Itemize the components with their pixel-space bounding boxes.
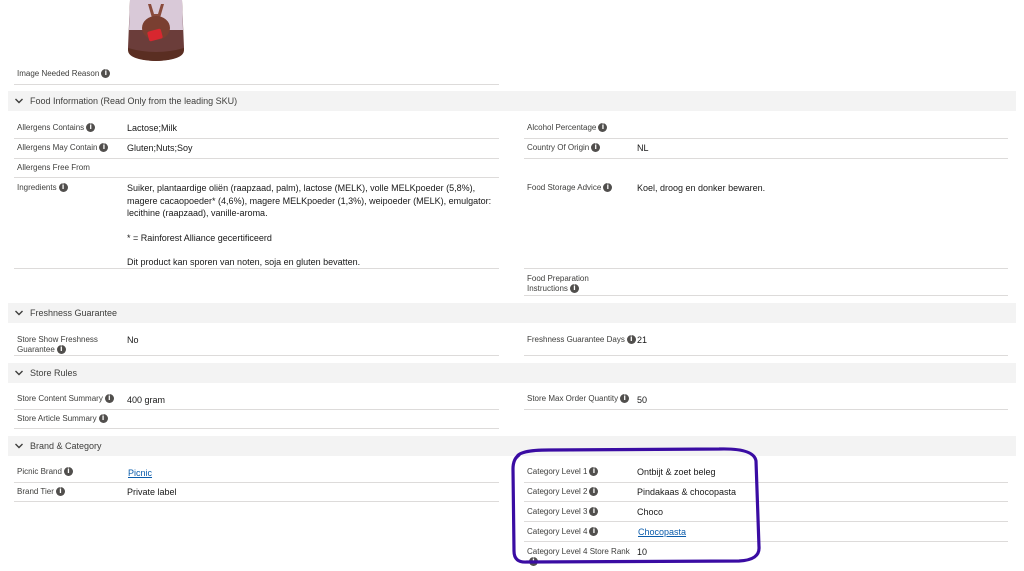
divider	[14, 84, 499, 85]
info-icon[interactable]: i	[591, 143, 601, 153]
category-level-1-label: Category Level 1i	[527, 467, 599, 477]
info-icon[interactable]: i	[589, 487, 599, 497]
country-of-origin-value: NL	[637, 143, 649, 153]
info-icon[interactable]: i	[104, 394, 114, 404]
allergens-contains-value: Lactose;Milk	[127, 123, 178, 133]
divider	[524, 295, 1008, 296]
alcohol-percentage-label: Alcohol Percentage i	[527, 123, 608, 133]
chevron-down-icon	[15, 443, 23, 449]
divider	[524, 268, 1008, 269]
image-needed-reason-label: Image Needed Reason i	[17, 69, 111, 79]
category-level-4-link[interactable]: Chocopasta	[638, 526, 686, 539]
category-level-2-label: Category Level 2i	[527, 487, 599, 497]
store-max-order-quantity-label: Store Max Order Quantity i	[527, 394, 630, 404]
info-icon[interactable]: i	[529, 557, 538, 567]
info-icon[interactable]: i	[56, 345, 66, 355]
divider	[14, 355, 499, 356]
divider	[524, 501, 1008, 502]
section-title: Brand & Category	[30, 441, 102, 451]
divider	[14, 138, 499, 139]
divider	[14, 158, 499, 159]
divider	[524, 541, 1008, 542]
food-storage-advice-label: Food Storage Advice i	[527, 183, 613, 193]
divider	[14, 409, 499, 410]
divider	[524, 138, 1008, 139]
category-level-4-label: Category Level 4i	[527, 527, 599, 537]
divider	[14, 501, 499, 502]
brand-tier-value: Private label	[127, 487, 177, 497]
chevron-down-icon	[15, 310, 23, 316]
info-icon[interactable]: i	[603, 183, 613, 193]
freshness-guarantee-days-label: Freshness Guarantee Days i	[527, 335, 636, 345]
info-icon[interactable]: i	[98, 414, 108, 424]
store-show-freshness-guarantee-value: No	[127, 335, 139, 345]
category-level-4-store-rank-value: 10	[637, 547, 648, 557]
category-level-4-store-rank-label: Category Level 4 Store Rank i	[527, 547, 630, 567]
store-content-summary-label: Store Content Summary i	[17, 394, 114, 404]
category-level-3-value: Choco	[637, 507, 664, 517]
section-brand-category[interactable]: Brand & Category	[8, 436, 1016, 456]
food-preparation-instructions-label: Food Preparation Instructions i	[527, 274, 589, 294]
store-article-summary-label: Store Article Summary i	[17, 414, 108, 424]
info-icon[interactable]: i	[55, 487, 65, 497]
info-icon[interactable]: i	[620, 394, 630, 404]
info-icon[interactable]: i	[589, 467, 599, 477]
allergens-contains-label: Allergens Contains i	[17, 123, 96, 133]
divider	[14, 482, 499, 483]
category-level-2-value: Pindakaas & chocopasta	[637, 487, 737, 497]
product-image	[126, 0, 186, 62]
divider	[524, 158, 1008, 159]
divider	[14, 428, 499, 429]
section-freshness-guarantee[interactable]: Freshness Guarantee	[8, 303, 1016, 323]
category-level-3-label: Category Level 3i	[527, 507, 599, 517]
info-icon[interactable]: i	[101, 69, 111, 79]
info-icon[interactable]: i	[626, 335, 636, 345]
picnic-brand-label: Picnic Brand i	[17, 467, 73, 477]
food-storage-advice-value: Koel, droog en donker bewaren.	[637, 183, 766, 193]
allergens-may-contain-value: Gluten;Nuts;Soy	[127, 143, 193, 153]
info-icon[interactable]: i	[589, 507, 599, 517]
section-food-information[interactable]: Food Information (Read Only from the lea…	[8, 91, 1016, 111]
divider	[14, 177, 499, 178]
store-show-freshness-guarantee-label: Store Show Freshness Guarantee i	[17, 335, 98, 355]
section-title: Freshness Guarantee	[30, 308, 118, 318]
category-level-1-value: Ontbijt & zoet beleg	[637, 467, 716, 477]
allergens-free-from-label: Allergens Free From	[17, 163, 90, 172]
info-icon[interactable]: i	[58, 183, 68, 193]
info-icon[interactable]: i	[99, 143, 109, 153]
divider	[524, 409, 1008, 410]
allergens-may-contain-label: Allergens May Contain i	[17, 143, 109, 153]
info-icon[interactable]: i	[569, 284, 579, 294]
section-title: Store Rules	[30, 368, 78, 378]
divider	[524, 482, 1008, 483]
chevron-down-icon	[15, 98, 23, 104]
divider	[14, 268, 499, 269]
chevron-down-icon	[15, 370, 23, 376]
store-content-summary-value: 400 gram	[127, 395, 166, 405]
info-icon[interactable]: i	[86, 123, 96, 133]
ingredients-label: Ingredients i	[17, 183, 68, 193]
country-of-origin-label: Country Of Origin i	[527, 143, 601, 153]
ingredients-value: Suiker, plantaardige oliën (raapzaad, pa…	[127, 183, 492, 267]
freshness-guarantee-days-value: 21	[637, 335, 648, 345]
picnic-brand-link[interactable]: Picnic	[128, 467, 152, 480]
info-icon[interactable]: i	[598, 123, 608, 133]
info-icon[interactable]: i	[589, 527, 599, 537]
brand-tier-label: Brand Tier i	[17, 487, 65, 497]
info-icon[interactable]: i	[63, 467, 73, 477]
section-store-rules[interactable]: Store Rules	[8, 363, 1016, 383]
divider	[524, 355, 1008, 356]
divider	[524, 521, 1008, 522]
section-title: Food Information (Read Only from the lea…	[30, 96, 238, 106]
store-max-order-quantity-value: 50	[637, 395, 648, 405]
